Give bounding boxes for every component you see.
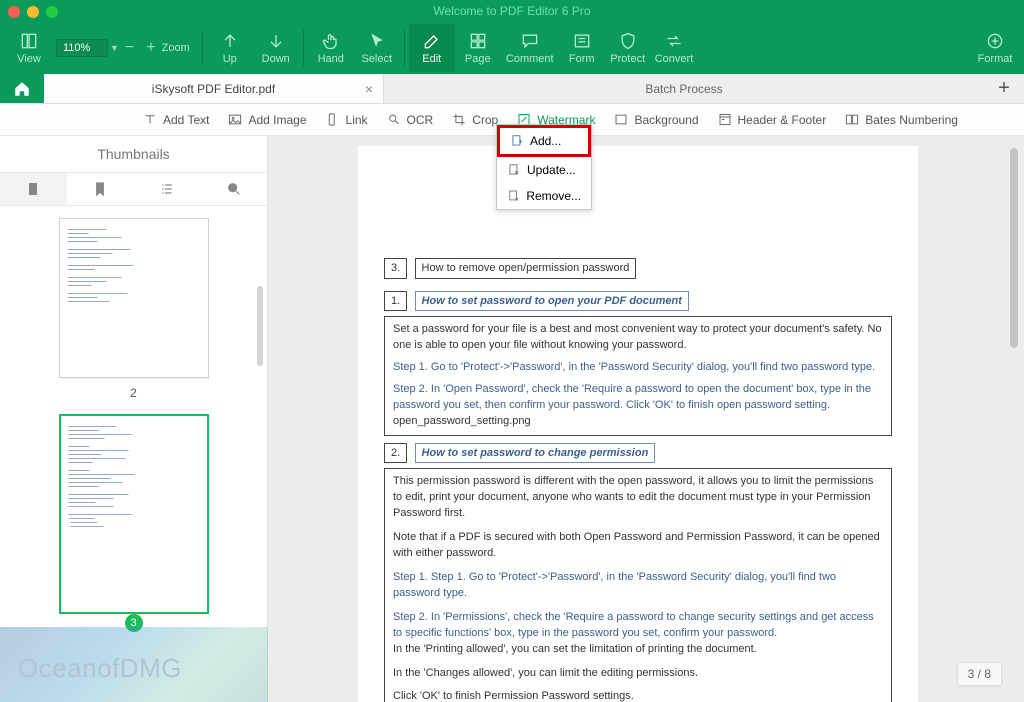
zoom-in-button[interactable]: + — [140, 39, 161, 57]
zoom-label: Zoom — [162, 42, 190, 54]
view-button[interactable]: View — [6, 24, 52, 72]
doc-box-1: Set a password for your file is a best a… — [384, 316, 892, 436]
header-footer-button[interactable]: Header & Footer — [717, 112, 827, 127]
sidebar-tab-thumbnails[interactable] — [0, 173, 67, 205]
doc-num-3: 3. — [384, 258, 407, 279]
batch-process-tab[interactable]: Batch Process — [384, 74, 984, 103]
window-minimize[interactable] — [27, 6, 39, 18]
document-scrollbar[interactable] — [1010, 148, 1018, 348]
watermark-update-item[interactable]: Update... — [497, 157, 591, 183]
close-tab-icon[interactable]: × — [365, 81, 373, 97]
window-title: Welcome to PDF Editor 6 Pro — [0, 0, 1024, 22]
thumbnail-page-3[interactable]: ▬▬▬▬▬▬▬▬▬▬▬▬▬▬▬▬▬▬▬▬▬▬▬▬▬▬▬▬▬▬▬▬▬▬▬▬▬▬▬▬… — [59, 414, 209, 614]
add-image-button[interactable]: Add Image — [227, 112, 306, 127]
page-counter: 3 / 8 — [957, 662, 1002, 686]
doc-h1: How to set password to open your PDF doc… — [415, 291, 689, 312]
document-tab[interactable]: iSkysoft PDF Editor.pdf × — [44, 74, 384, 103]
sidebar-scrollbar[interactable] — [257, 286, 263, 366]
doc-row1: How to remove open/permission password — [415, 258, 637, 279]
sidebar-tab-search[interactable] — [200, 173, 267, 205]
thumbnail-number-2: 2 — [30, 386, 237, 400]
thumbnail-page-2[interactable]: ▬▬▬▬▬▬▬▬▬▬▬▬▬▬▬▬▬▬▬▬▬▬▬▬▬▬▬▬▬▬▬▬▬▬▬▬▬▬▬▬… — [59, 218, 209, 378]
zoom-out-button[interactable]: − — [119, 39, 140, 57]
home-tab[interactable] — [0, 74, 44, 103]
doc-h2: How to set password to change permission — [415, 443, 656, 464]
watermark-remove-item[interactable]: Remove... — [497, 183, 591, 209]
down-button[interactable]: Down — [253, 24, 299, 72]
sidebar-tab-outline[interactable] — [134, 173, 201, 205]
sidebar-title: Thumbnails — [0, 136, 267, 172]
document-viewport[interactable]: 3. How to remove open/permission passwor… — [268, 136, 1024, 702]
up-button[interactable]: Up — [207, 24, 253, 72]
protect-button[interactable]: Protect — [605, 24, 651, 72]
hand-button[interactable]: Hand — [308, 24, 354, 72]
tab-bar: iSkysoft PDF Editor.pdf × Batch Process … — [0, 74, 1024, 104]
doc-h2-num: 2. — [384, 443, 407, 464]
bates-numbering-button[interactable]: Bates Numbering — [844, 112, 958, 127]
edit-button[interactable]: Edit — [409, 24, 455, 72]
site-watermark: OceanofDMG — [18, 653, 182, 684]
main-toolbar: View 110% ▼ − + Zoom Up Down Hand Select… — [0, 22, 1024, 74]
ocr-button[interactable]: OCR — [386, 112, 434, 127]
select-button[interactable]: Select — [354, 24, 400, 72]
convert-button[interactable]: Convert — [651, 24, 698, 72]
zoom-value[interactable]: 110% — [56, 39, 108, 57]
doc-h1-num: 1. — [384, 291, 407, 312]
crop-button[interactable]: Crop — [451, 112, 498, 127]
sidebar-tab-bookmarks[interactable] — [67, 173, 134, 205]
form-button[interactable]: Form — [559, 24, 605, 72]
watermark-add-item[interactable]: Add... — [497, 125, 591, 157]
window-maximize[interactable] — [46, 6, 58, 18]
link-button[interactable]: Link — [325, 112, 368, 127]
watermark-dropdown: Add... Update... Remove... — [496, 124, 592, 210]
zoom-dropdown-icon[interactable]: ▼ — [110, 43, 119, 53]
window-close[interactable] — [8, 6, 20, 18]
new-tab-button[interactable]: + — [984, 74, 1024, 103]
format-button[interactable]: Format — [972, 24, 1018, 72]
comment-button[interactable]: Comment — [501, 24, 559, 72]
document-page: 3. How to remove open/permission passwor… — [358, 146, 918, 702]
thumbnails-sidebar: Thumbnails ▬▬▬▬▬▬▬▬▬▬▬▬▬▬▬▬▬▬▬▬▬▬▬▬▬▬▬▬▬… — [0, 136, 268, 702]
page-button[interactable]: Page — [455, 24, 501, 72]
background-button[interactable]: Background — [613, 112, 698, 127]
add-text-button[interactable]: Add Text — [142, 112, 209, 127]
doc-box-2: This permission password is different wi… — [384, 468, 892, 702]
